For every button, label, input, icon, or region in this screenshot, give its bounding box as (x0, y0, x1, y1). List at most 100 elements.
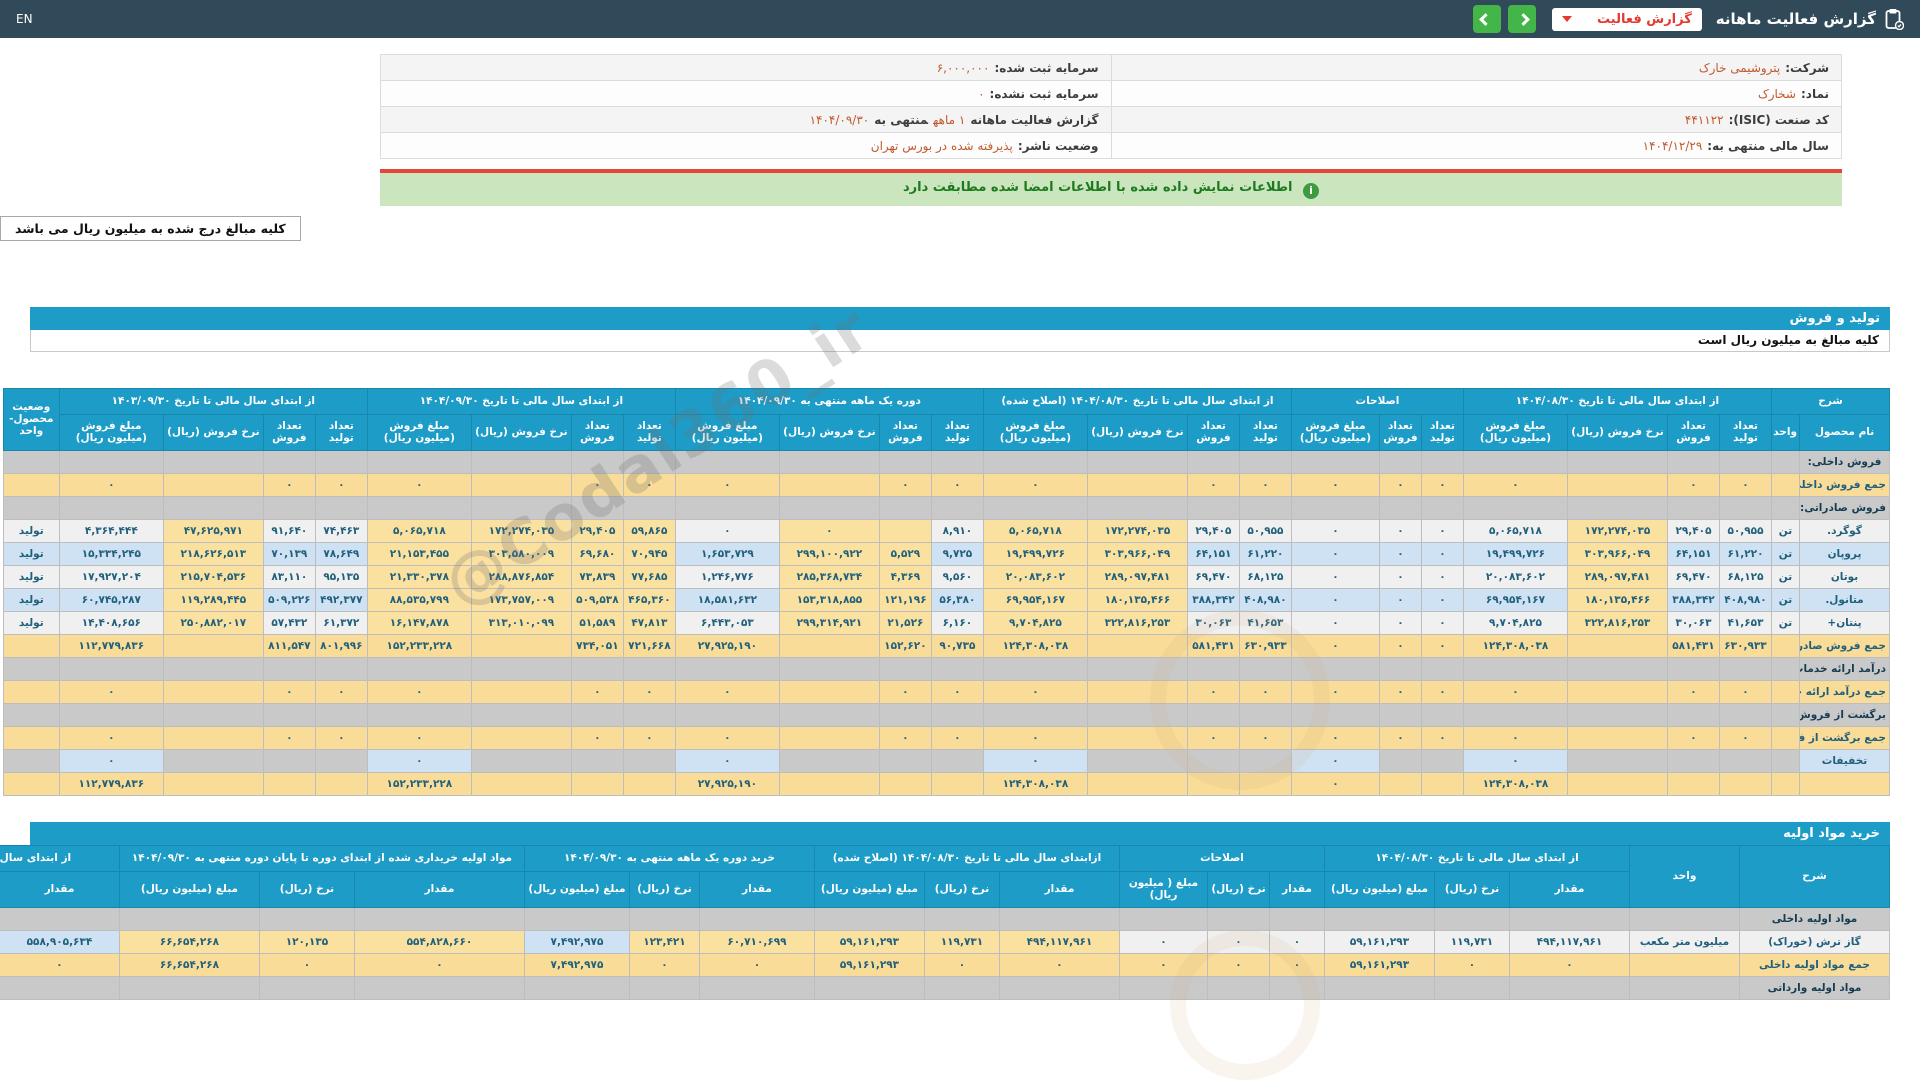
table-cell: ۴۰۸,۹۸۰ (1720, 588, 1772, 611)
column-header: مبلغ (میلیون ریال) (1325, 871, 1435, 907)
report-type-dropdown-label: گزارش فعالیت (1597, 12, 1692, 27)
table-cell (1239, 772, 1291, 795)
table-cell (814, 907, 924, 930)
column-group-header: از ابتدای سال مالی تا تاریخ ۱۴۰۴/۰۹/۳۰ (367, 388, 675, 414)
table-cell (879, 772, 931, 795)
table-cell: ۶۶,۶۵۴,۲۶۸ (119, 930, 259, 953)
table-cell: ۷۸,۶۴۹ (315, 542, 367, 565)
table-cell: ۰ (1421, 726, 1463, 749)
table-row: فروش صادراتی: (3, 496, 1889, 519)
info-cell: کد صنعت (ISIC):۴۴۱۱۲۲ (1111, 107, 1842, 133)
table-cell (1379, 749, 1421, 772)
table-cell: ۰ (354, 953, 524, 976)
table-cell: ۹,۷۲۵ (931, 542, 983, 565)
clipboard-report-icon (1884, 8, 1904, 30)
table-cell: ۰ (1270, 953, 1325, 976)
table-cell: ۱۱۹,۷۳۱ (924, 930, 999, 953)
table-cell: ۲۱۸,۶۲۶,۵۱۳ (163, 542, 263, 565)
table-cell: ۷۴,۴۶۳ (315, 519, 367, 542)
table-row: متانول.تن۴۰۸,۹۸۰۳۸۸,۳۴۲۱۸۰,۱۳۵,۴۶۶۶۹,۹۵۴… (3, 588, 1889, 611)
report-type-dropdown[interactable]: گزارش فعالیت (1552, 8, 1702, 31)
table-row: درآمد ارائه خدمات: (3, 657, 1889, 680)
table-cell: ۱۱۹,۷۳۱ (1435, 930, 1510, 953)
table-cell (1463, 450, 1567, 473)
raw-material-purchase-table: شرحواحداز ابتدای سال مالی تا تاریخ ۱۴۰۴/… (0, 845, 1890, 1000)
table-cell: ۰ (675, 726, 779, 749)
table-cell (1421, 772, 1463, 795)
info-row: سال مالی منتهی به:۱۴۰۴/۱۲/۲۹وضعیت ناشر:پ… (381, 133, 1842, 159)
next-report-button[interactable] (1508, 5, 1536, 33)
info-cell: نماد:شخارک (1111, 81, 1842, 107)
table-row: جمع فروش داخلی۰۰۰۰۰۰۰۰۰۰۰۰۰۰۰۰۰۰ (3, 473, 1889, 496)
table-cell: ۰ (1720, 726, 1772, 749)
table-cell (315, 749, 367, 772)
table-cell: ۲۱,۳۳۰,۳۷۸ (367, 565, 471, 588)
column-header: تعداد فروش (571, 414, 623, 450)
table-cell: ۱۱۹,۲۸۹,۴۴۵ (163, 588, 263, 611)
signature-match-notice: i اطلاعات نمایش داده شده با اطلاعات امضا… (380, 173, 1842, 206)
table-cell: ۵۹,۱۶۱,۲۹۳ (1325, 953, 1435, 976)
table-cell (119, 976, 259, 999)
previous-report-button[interactable] (1473, 5, 1501, 33)
table-cell (263, 749, 315, 772)
column-group-header: ازابتدای سال مالی تا تاریخ ۱۴۰۴/۰۸/۳۰ (ا… (814, 845, 1119, 871)
table-cell (3, 657, 59, 680)
table-cell: ۱۷۲,۲۷۴,۰۳۵ (1568, 519, 1668, 542)
table-cell (315, 703, 367, 726)
table-cell: ۰ (623, 726, 675, 749)
table-cell (1187, 496, 1239, 519)
table-cell (1187, 703, 1239, 726)
table-cell: ۰ (1379, 519, 1421, 542)
table-cell: ۸۱۱,۵۴۷ (263, 634, 315, 657)
table-cell: ۱۵۲,۶۲۰ (879, 634, 931, 657)
column-header: مبلغ فروش (میلیون ریال) (367, 414, 471, 450)
table-cell (1800, 772, 1890, 795)
column-group-header: اصلاحات (1119, 845, 1324, 871)
table-cell: ۰ (629, 953, 699, 976)
column-header: مقدار (354, 871, 524, 907)
table-cell (1187, 450, 1239, 473)
table-cell (1119, 907, 1207, 930)
table-cell (3, 496, 59, 519)
column-group-header: از ابتدای سال مالی تا تاریخ ۱۴۰۳/۰۹/۳۰ (0, 845, 119, 871)
table-cell (1720, 749, 1772, 772)
table-row: پنتان+تن۴۱,۶۵۳۳۰,۰۶۳۳۲۲,۸۱۶,۲۵۳۹,۷۰۴,۸۲۵… (3, 611, 1889, 634)
table-cell (1187, 772, 1239, 795)
table-cell: تن (1772, 519, 1800, 542)
table-cell: ۰ (1463, 726, 1567, 749)
language-switch-en[interactable]: EN (16, 12, 33, 26)
table-cell: ۴۷,۶۲۵,۹۷۱ (163, 519, 263, 542)
table-cell (1568, 726, 1668, 749)
table-cell: ۰ (59, 680, 163, 703)
table-cell: ۰ (1291, 680, 1379, 703)
table-cell (1720, 703, 1772, 726)
table-cell: ۵,۰۶۵,۷۱۸ (1463, 519, 1567, 542)
info-label: سرمایه ثبت شده: (994, 61, 1098, 75)
table-cell: تن (1772, 565, 1800, 588)
table-row: جمع برگشت از فروش۰۰۰۰۰۰۰۰۰۰۰۰۰۰۰۰۰۰ (3, 726, 1889, 749)
table-cell (931, 657, 983, 680)
table-cell (779, 726, 879, 749)
table-cell (1270, 907, 1325, 930)
table-cell: ۱۷۲,۲۷۴,۰۳۵ (1087, 519, 1187, 542)
table-cell (1379, 450, 1421, 473)
table-cell: گوگرد. (1800, 519, 1890, 542)
table-cell: ۱۸۰,۱۳۵,۴۶۶ (1568, 588, 1668, 611)
table-cell: ۰ (931, 680, 983, 703)
table-cell (354, 976, 524, 999)
table-cell: ۰ (571, 680, 623, 703)
table-cell (263, 450, 315, 473)
table-cell (163, 680, 263, 703)
column-header: تعداد تولید (1239, 414, 1291, 450)
table-cell (1772, 657, 1800, 680)
column-header: مبلغ فروش (میلیون ریال) (1463, 414, 1567, 450)
table-cell: ۶۹,۹۵۴,۱۶۷ (1463, 588, 1567, 611)
table-cell: ۱۲۱,۱۹۶ (879, 588, 931, 611)
table-cell (1379, 496, 1421, 519)
table-cell: ۰ (779, 519, 879, 542)
table-cell (623, 749, 675, 772)
table-cell: ۴,۳۶۹ (879, 565, 931, 588)
table-cell (163, 772, 263, 795)
company-info-section: شرکت:پتروشیمی خارکسرمایه ثبت شده:۶,۰۰۰,۰… (380, 54, 1842, 159)
table-cell (1772, 772, 1800, 795)
